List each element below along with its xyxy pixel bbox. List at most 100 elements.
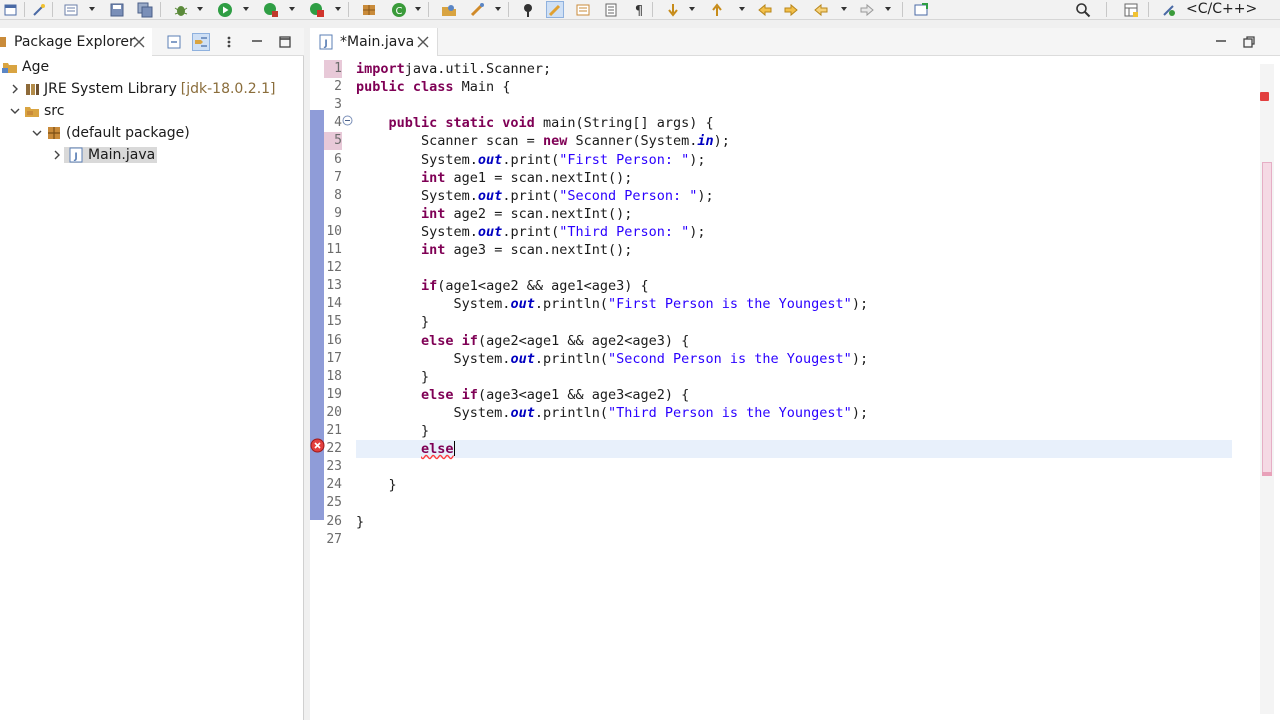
tree-item-jre-system-library[interactable]: JRE System Library [jdk-18.0.2.1] — [8, 78, 276, 100]
quick-access-search-icon[interactable] — [1074, 1, 1092, 18]
code-line[interactable]: 16 else if(age2<age1 && age2<age3) { — [310, 332, 1280, 350]
tree-item-main-java[interactable]: J Main.java — [50, 144, 158, 166]
code-line[interactable]: 17 System.out.println("Second Person is … — [310, 350, 1280, 368]
code-line[interactable]: 25 — [310, 494, 1280, 512]
view-menu-icon[interactable] — [220, 33, 238, 51]
close-icon[interactable] — [132, 35, 146, 49]
line-number: 18 — [326, 368, 342, 384]
coverage-icon[interactable] — [262, 1, 280, 18]
perspective-label[interactable]: <C/C++> — [1186, 0, 1257, 18]
next-annotation-dropdown-icon[interactable] — [688, 3, 696, 15]
run-dropdown-icon[interactable] — [242, 3, 250, 15]
code-line[interactable]: 7 int age1 = scan.nextInt(); — [310, 169, 1280, 187]
collapse-all-icon[interactable] — [166, 33, 184, 51]
package-explorer-tab[interactable]: Package Explorer — [0, 28, 152, 56]
code-line[interactable]: 5 Scanner scan = new Scanner(System.in); — [310, 132, 1280, 151]
external-tools-dropdown-icon[interactable] — [334, 3, 342, 15]
coverage-dropdown-icon[interactable] — [288, 3, 296, 15]
tree-item-src[interactable]: src — [8, 100, 64, 122]
open-perspective-icon[interactable] — [1122, 1, 1140, 18]
forward-edit-icon[interactable] — [782, 1, 800, 18]
maximize-icon[interactable] — [276, 33, 294, 51]
code-line[interactable]: 1 importjava.util.Scanner; — [310, 60, 1280, 78]
last-edit-icon[interactable] — [756, 1, 774, 18]
code-line[interactable]: 12 — [310, 259, 1280, 277]
forward-dropdown-icon[interactable] — [884, 3, 892, 15]
save-all-icon[interactable] — [136, 1, 154, 18]
pin-editor-icon[interactable] — [912, 1, 930, 18]
code-line[interactable]: 10 System.out.print("Third Person: "); — [310, 223, 1280, 241]
debug-icon[interactable] — [172, 1, 190, 18]
new-dropdown-icon[interactable] — [88, 3, 96, 15]
code-line[interactable]: 21 } — [310, 422, 1280, 440]
code-line[interactable]: 15 } — [310, 313, 1280, 331]
search-tool-icon[interactable] — [468, 1, 486, 18]
open-type-icon[interactable] — [440, 1, 458, 18]
new-class-dropdown-icon[interactable] — [414, 3, 422, 15]
code-line[interactable]: 26} — [310, 513, 1280, 531]
code-line[interactable]: 13 if(age1<age2 && age1<age3) { — [310, 277, 1280, 295]
highlight-icon[interactable] — [546, 1, 564, 18]
error-summary-icon[interactable] — [1260, 92, 1269, 101]
new-package-icon[interactable] — [360, 1, 378, 18]
save-icon[interactable] — [108, 1, 126, 18]
toggle-breadcrumb-icon[interactable] — [574, 1, 592, 18]
back-icon[interactable] — [812, 1, 830, 18]
code-line[interactable]: 27 — [310, 531, 1280, 549]
cpp-perspective-icon[interactable] — [1160, 1, 1178, 18]
code-line[interactable]: 24 } — [310, 476, 1280, 494]
chevron-right-icon[interactable] — [8, 82, 22, 96]
code-line[interactable]: 11 int age3 = scan.nextInt(); — [310, 241, 1280, 259]
previous-annotation-dropdown-icon[interactable] — [738, 3, 746, 15]
fold-collapse-icon[interactable] — [342, 114, 353, 126]
code-token: ); — [697, 187, 714, 204]
run-icon[interactable] — [216, 1, 234, 18]
code-line[interactable]: 8 System.out.print("Second Person: "); — [310, 187, 1280, 205]
chevron-down-icon[interactable] — [8, 104, 22, 118]
tree-item-age[interactable]: Age — [0, 56, 49, 78]
code-line[interactable]: 18 } — [310, 368, 1280, 386]
new-wizard-icon[interactable] — [30, 1, 48, 18]
code-line[interactable]: 2 public class Main { — [310, 78, 1280, 96]
annotation-icon[interactable] — [520, 1, 538, 18]
show-whitespace-icon[interactable]: ¶ — [630, 1, 648, 18]
restore-icon[interactable] — [1240, 33, 1258, 51]
new-icon[interactable] — [2, 1, 20, 18]
code-line[interactable]: 14 System.out.println("First Person is t… — [310, 295, 1280, 313]
error-marker-icon[interactable] — [310, 438, 325, 453]
external-tools-icon[interactable] — [308, 1, 326, 18]
code-text: else if(age3<age1 && age3<age2) { — [356, 386, 689, 404]
tree-item-label: Age — [22, 59, 50, 75]
minimize-icon[interactable] — [248, 33, 266, 51]
code-line[interactable]: 22 else — [310, 440, 1280, 459]
code-line[interactable]: 3 — [310, 96, 1280, 114]
source-folder-icon — [24, 103, 40, 119]
chevron-down-icon[interactable] — [30, 126, 44, 140]
code-text: int age3 = scan.nextInt(); — [356, 241, 632, 259]
code-line[interactable]: 20 System.out.println("Third Person is t… — [310, 404, 1280, 422]
link-with-editor-icon[interactable] — [192, 33, 210, 51]
scrollbar-thumb[interactable] — [1262, 162, 1272, 474]
code-text: } — [356, 476, 397, 494]
debug-dropdown-icon[interactable] — [196, 3, 204, 15]
overview-error-mark[interactable] — [1262, 472, 1272, 476]
block-selection-icon[interactable] — [602, 1, 620, 18]
forward-icon[interactable] — [858, 1, 876, 18]
code-line[interactable]: 6 System.out.print("First Person: "); — [310, 151, 1280, 169]
new-file-icon[interactable] — [62, 1, 80, 18]
back-dropdown-icon[interactable] — [840, 3, 848, 15]
next-annotation-icon[interactable] — [664, 1, 682, 18]
minimize-icon[interactable] — [1212, 33, 1230, 51]
code-line[interactable]: 19 else if(age3<age1 && age3<age2) { — [310, 386, 1280, 404]
new-class-icon[interactable]: C — [390, 1, 408, 18]
close-icon[interactable] — [416, 35, 430, 49]
selected-tree-item[interactable]: J Main.java — [64, 147, 158, 163]
overview-ruler[interactable] — [1252, 56, 1280, 720]
code-line[interactable]: 23 — [310, 458, 1280, 476]
code-line[interactable]: 9 int age2 = scan.nextInt(); — [310, 205, 1280, 223]
previous-annotation-icon[interactable] — [708, 1, 726, 18]
tree-item-default-package[interactable]: (default package) — [30, 122, 190, 144]
code-line[interactable]: 4 public static void main(String[] args)… — [310, 114, 1280, 132]
chevron-right-icon[interactable] — [50, 148, 64, 162]
search-dropdown-icon[interactable] — [494, 3, 502, 15]
